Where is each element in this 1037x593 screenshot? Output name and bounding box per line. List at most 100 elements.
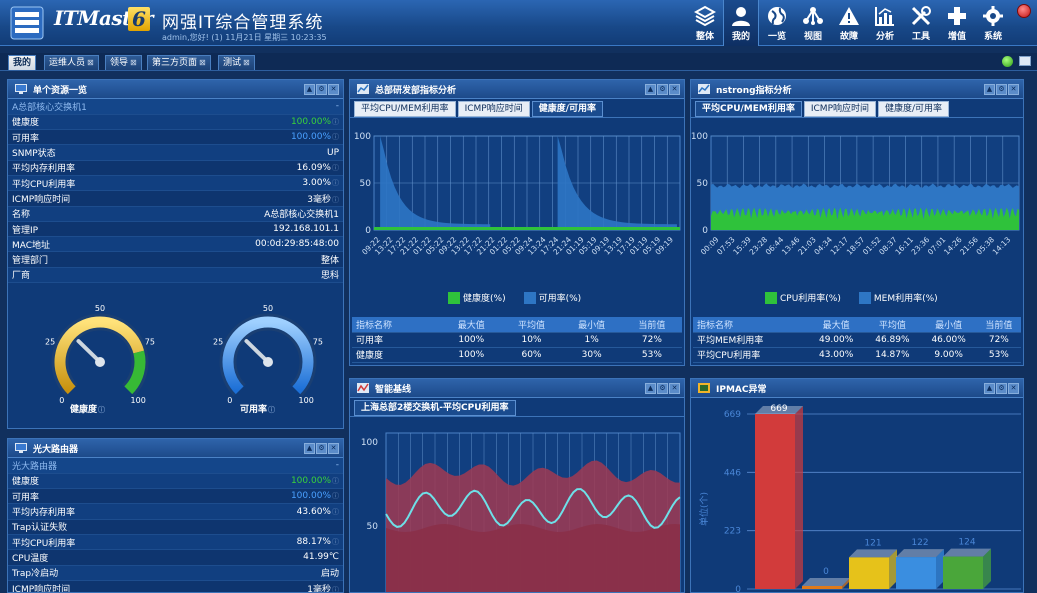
table-row: 健康度 100.00%ⓘ bbox=[8, 473, 343, 490]
logo-icon bbox=[10, 6, 44, 40]
row-value-cell: 1毫秒ⓘ bbox=[195, 580, 343, 592]
close-button[interactable]: ✕ bbox=[669, 83, 680, 95]
close-button[interactable]: ✕ bbox=[1008, 382, 1019, 394]
info-icon[interactable]: ⓘ bbox=[332, 508, 339, 516]
table-cell: 72% bbox=[976, 332, 1021, 348]
row-value: 43.60% bbox=[296, 506, 331, 517]
settings-button[interactable]: ⚙ bbox=[657, 382, 668, 394]
topology-icon bbox=[803, 7, 823, 25]
device-name[interactable]: A总部核心交换机1 bbox=[8, 99, 167, 115]
info-icon[interactable]: ⓘ bbox=[268, 406, 275, 414]
info-icon[interactable]: ⓘ bbox=[332, 179, 339, 187]
tab-icmp[interactable]: ICMP响应时间 bbox=[457, 101, 530, 117]
tab-health-availability[interactable]: 健康度/可用率 bbox=[878, 101, 950, 117]
info-icon[interactable]: ⓘ bbox=[332, 196, 339, 204]
collapse-button[interactable]: ▲ bbox=[984, 382, 995, 394]
column-header: 指标名称 bbox=[693, 317, 809, 333]
nav-addon[interactable]: 增值 bbox=[939, 0, 975, 46]
tab-icmp[interactable]: ICMP响应时间 bbox=[803, 101, 876, 117]
settings-button[interactable]: ⚙ bbox=[996, 83, 1007, 95]
tab-cpu-mem[interactable]: 平均CPU/MEM利用率 bbox=[695, 101, 802, 117]
info-icon[interactable]: ⓘ bbox=[98, 406, 105, 414]
row-value-cell: 100.00%ⓘ bbox=[166, 129, 343, 146]
row-value: 3.00% bbox=[302, 178, 331, 189]
tab-mine[interactable]: 我的 bbox=[8, 55, 37, 70]
collapse-button[interactable]: ▲ bbox=[304, 83, 315, 95]
row-label: 名称 bbox=[8, 206, 167, 222]
info-icon[interactable]: ⓘ bbox=[332, 538, 339, 546]
info-icon[interactable]: ⓘ bbox=[332, 477, 339, 485]
nav-overall[interactable]: 整体 bbox=[687, 0, 723, 46]
settings-button[interactable]: ⚙ bbox=[996, 382, 1007, 394]
column-header: 最小值 bbox=[920, 317, 977, 333]
legend-swatch bbox=[765, 291, 777, 304]
monitor-icon bbox=[15, 443, 27, 453]
tab-third-party[interactable]: 第三方页面 ⊠ bbox=[147, 55, 211, 70]
panel-single-resource: 单个资源一览 ▲ ⚙ ✕ A总部核心交换机1- 健康度 100.00%ⓘ 可用率 10… bbox=[7, 79, 344, 429]
row-value-cell: 192.168.101.1 bbox=[166, 221, 343, 238]
info-icon[interactable]: ⓘ bbox=[332, 164, 339, 172]
chart-icon bbox=[698, 84, 710, 94]
info-icon[interactable]: ⓘ bbox=[332, 492, 339, 500]
nav-mine[interactable]: 我的 bbox=[723, 0, 759, 46]
y-tick-label: 50 bbox=[697, 179, 709, 189]
tab-close-icon[interactable]: ⊠ bbox=[87, 58, 94, 67]
cpu-mem-chart: 05010000:0907:5315:3923:2806:4413:4621:0… bbox=[691, 132, 1020, 257]
nav-tools[interactable]: 工具 bbox=[903, 0, 939, 46]
settings-button[interactable]: ⚙ bbox=[657, 83, 668, 95]
collapse-button[interactable]: ▲ bbox=[984, 83, 995, 95]
settings-button[interactable]: ⚙ bbox=[316, 442, 327, 454]
info-icon[interactable]: ⓘ bbox=[332, 586, 339, 592]
gauge-label: 健康度 bbox=[70, 405, 98, 415]
row-value-cell: 3毫秒ⓘ bbox=[166, 190, 343, 207]
row-value: 整体 bbox=[320, 256, 339, 267]
collapse-button[interactable]: ▲ bbox=[645, 83, 656, 95]
settings-button[interactable]: ⚙ bbox=[316, 83, 327, 95]
tab-health-availability[interactable]: 健康度/可用率 bbox=[531, 101, 603, 117]
resource-rows: 健康度 100.00%ⓘ 可用率 100.00%ⓘ 平均内存利用率 43.60%ⓘ Trap… bbox=[8, 473, 343, 592]
layout-icon[interactable] bbox=[1019, 56, 1031, 66]
info-icon[interactable]: ⓘ bbox=[332, 133, 339, 141]
table-row: ICMP响应时间 1毫秒ⓘ bbox=[8, 580, 343, 592]
nav-label: 一览 bbox=[767, 32, 786, 42]
tab-ops[interactable]: 运维人员 ⊠ bbox=[44, 55, 99, 70]
bar-value-label: 669 bbox=[770, 404, 787, 414]
logout-icon[interactable] bbox=[1017, 4, 1031, 18]
gear-icon bbox=[983, 6, 1003, 26]
collapse-button[interactable]: ▲ bbox=[304, 442, 315, 454]
tab-close-icon[interactable]: ⊠ bbox=[199, 58, 206, 67]
collapse-button[interactable]: ▲ bbox=[645, 382, 656, 394]
add-widget-icon[interactable] bbox=[1002, 56, 1013, 67]
nav-view[interactable]: 视图 bbox=[795, 0, 831, 46]
table-row: 平均CPU利用率 43.00% 14.87% 9.00% 53% bbox=[693, 347, 1021, 363]
tab-close-icon[interactable]: ⊠ bbox=[130, 58, 137, 67]
table-cell: 72% bbox=[621, 332, 682, 348]
bar bbox=[849, 557, 889, 589]
tab-leader[interactable]: 领导 ⊠ bbox=[105, 55, 142, 70]
gauge-tick-label: 100 bbox=[299, 396, 314, 405]
table-row: 平均内存利用率 16.09%ⓘ bbox=[8, 160, 343, 176]
brand-version: 6 bbox=[128, 7, 150, 31]
tab-baseline-switch[interactable]: 上海总部2楼交换机-平均CPU利用率 bbox=[354, 400, 516, 416]
y-tick-label: 100 bbox=[691, 132, 708, 142]
info-icon[interactable]: ⓘ bbox=[332, 118, 339, 126]
nav-system[interactable]: 系统 bbox=[975, 0, 1011, 46]
bar-top bbox=[802, 578, 850, 586]
nav-analysis[interactable]: 分析 bbox=[867, 0, 903, 46]
panel-title: 单个资源一览 bbox=[33, 85, 88, 96]
device-name[interactable]: 光大路由器 bbox=[8, 458, 196, 474]
bar-value-label: 122 bbox=[911, 538, 928, 548]
table-cell: 平均MEM利用率 bbox=[693, 332, 809, 348]
y-tick-label: 0 bbox=[702, 226, 708, 236]
tab-close-icon[interactable]: ⊠ bbox=[243, 58, 250, 67]
tab-cpu-mem[interactable]: 平均CPU/MEM利用率 bbox=[354, 101, 456, 117]
close-button[interactable]: ✕ bbox=[669, 382, 680, 394]
close-button[interactable]: ✕ bbox=[1008, 83, 1019, 95]
user-icon bbox=[732, 7, 750, 26]
tab-test[interactable]: 测试 ⊠ bbox=[218, 55, 255, 70]
close-button[interactable]: ✕ bbox=[328, 83, 339, 95]
nav-fault[interactable]: 故障 bbox=[831, 0, 867, 46]
close-button[interactable]: ✕ bbox=[328, 442, 339, 454]
table-header-row: 指标名称 最大值 平均值 最小值 当前值 bbox=[352, 317, 682, 333]
nav-overview[interactable]: 一览 bbox=[759, 0, 795, 46]
